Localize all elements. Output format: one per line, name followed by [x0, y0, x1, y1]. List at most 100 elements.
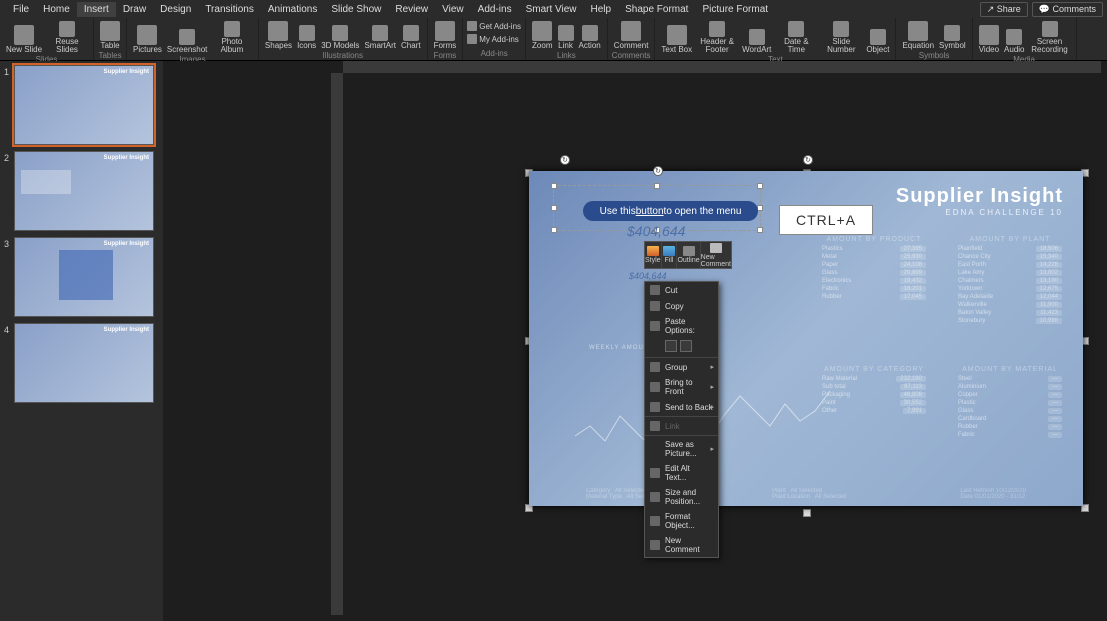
menu-paste-options-label: Paste Options:: [645, 314, 718, 338]
thumb-number: 3: [4, 237, 14, 317]
tab-bar: File Home Insert Draw Design Transitions…: [0, 0, 1107, 18]
menu-bring-front[interactable]: Bring to Front▸: [645, 375, 718, 399]
style-button[interactable]: Style: [645, 242, 662, 268]
tab-transitions[interactable]: Transitions: [198, 2, 261, 17]
new-comment-button[interactable]: New Comment: [701, 242, 731, 268]
slidenumber-button[interactable]: Slide Number: [819, 20, 863, 55]
menu-new-comment[interactable]: New Comment: [645, 533, 718, 557]
video-button[interactable]: Video: [977, 20, 1001, 55]
group-label: Comments: [612, 51, 651, 60]
equation-button[interactable]: Equation: [900, 20, 936, 51]
link-button[interactable]: Link: [556, 20, 576, 51]
tab-animations[interactable]: Animations: [261, 2, 324, 17]
tab-review[interactable]: Review: [388, 2, 435, 17]
ribbon: New Slide Reuse Slides Slides Table Tabl…: [0, 18, 1107, 61]
rotation-handle-icon[interactable]: [653, 166, 663, 176]
paste-option-2[interactable]: [680, 340, 692, 352]
share-button[interactable]: ↗ Share: [980, 2, 1028, 17]
amount-value-small: $404,644: [629, 271, 667, 281]
screenshot-button[interactable]: Screenshot: [165, 20, 209, 55]
group-label: Tables: [98, 51, 121, 60]
wordart-button[interactable]: WordArt: [740, 20, 773, 55]
cut-icon: [650, 285, 660, 295]
table-button[interactable]: Table: [98, 20, 122, 51]
link-icon: [650, 421, 660, 431]
rotation-handle-icon[interactable]: [803, 155, 813, 165]
smartart-button[interactable]: SmartArt: [362, 20, 398, 51]
group-label: Add-ins: [481, 49, 508, 58]
thumb-number: 1: [4, 65, 14, 145]
tab-pictureformat[interactable]: Picture Format: [695, 2, 775, 17]
comment-button[interactable]: Comment: [612, 20, 651, 51]
rotation-handle-icon[interactable]: [560, 155, 570, 165]
slide-canvas[interactable]: Supplier Insight EDNA CHALLENGE 10 AMOUN…: [529, 171, 1083, 506]
paste-option-1[interactable]: [665, 340, 677, 352]
menu-group[interactable]: Group▸: [645, 359, 718, 375]
format-icon: [650, 516, 660, 526]
pictures-button[interactable]: Pictures: [131, 20, 164, 55]
selection-handle[interactable]: [803, 509, 811, 517]
group-icon: [650, 362, 660, 372]
thumb-number: 4: [4, 323, 14, 403]
group-label: Symbols: [919, 51, 950, 60]
size-icon: [650, 492, 660, 502]
zoom-button[interactable]: Zoom: [530, 20, 554, 51]
audio-button[interactable]: Audio: [1002, 20, 1026, 55]
group-label: Illustrations: [323, 51, 363, 60]
get-addins-button[interactable]: Get Add-ins: [467, 20, 521, 32]
tab-addins[interactable]: Add-ins: [471, 2, 519, 17]
symbol-button[interactable]: Symbol: [937, 20, 968, 51]
mini-toolbar: Style Fill Outline New Comment: [644, 241, 732, 269]
slide-thumb-3[interactable]: Supplier Insight: [14, 237, 154, 317]
outline-button[interactable]: Outline: [677, 242, 700, 268]
photo-album-button[interactable]: Photo Album: [210, 20, 254, 55]
tab-view[interactable]: View: [435, 2, 471, 17]
tab-file[interactable]: File: [6, 2, 36, 17]
3dmodels-button[interactable]: 3D Models: [319, 20, 361, 51]
ctrl-a-label: CTRL+A: [779, 205, 873, 235]
object-button[interactable]: Object: [864, 20, 891, 55]
tab-insert[interactable]: Insert: [77, 2, 116, 17]
icons-button[interactable]: Icons: [295, 20, 318, 51]
tab-draw[interactable]: Draw: [116, 2, 153, 17]
textbox-button[interactable]: Text Box: [659, 20, 694, 55]
slide-editor: Supplier Insight EDNA CHALLENGE 10 AMOUN…: [163, 61, 1107, 621]
menu-cut[interactable]: Cut: [645, 282, 718, 298]
screen-recording-button[interactable]: Screen Recording: [1028, 20, 1072, 55]
tab-smartview[interactable]: Smart View: [519, 2, 584, 17]
menu-format-object[interactable]: Format Object...: [645, 509, 718, 533]
header-footer-button[interactable]: Header & Footer: [695, 20, 739, 55]
datetime-button[interactable]: Date & Time: [774, 20, 818, 55]
my-addins-button[interactable]: My Add-ins: [467, 33, 519, 45]
tab-help[interactable]: Help: [584, 2, 619, 17]
chart-button[interactable]: Chart: [399, 20, 423, 51]
menu-link: Link: [645, 418, 718, 434]
context-menu: Cut Copy Paste Options: Group▸ Bring to …: [644, 281, 719, 558]
menu-edit-alt-text[interactable]: Edit Alt Text...: [645, 461, 718, 485]
menu-send-back[interactable]: Send to Back▸: [645, 399, 718, 415]
tab-slideshow[interactable]: Slide Show: [324, 2, 388, 17]
forms-button[interactable]: Forms: [432, 20, 459, 51]
callout-pill[interactable]: Use this button to open the menu: [583, 201, 758, 221]
fill-button[interactable]: Fill: [662, 242, 678, 268]
slide-thumb-4[interactable]: Supplier Insight: [14, 323, 154, 403]
menu-save-as-picture[interactable]: Save as Picture...▸: [645, 437, 718, 461]
tab-design[interactable]: Design: [153, 2, 198, 17]
slide-thumb-1[interactable]: Supplier Insight: [14, 65, 154, 145]
slide-thumb-2[interactable]: Supplier Insight: [14, 151, 154, 231]
tab-home[interactable]: Home: [36, 2, 77, 17]
tab-shapeformat[interactable]: Shape Format: [618, 2, 695, 17]
menu-size-position[interactable]: Size and Position...: [645, 485, 718, 509]
comments-button[interactable]: 💬 Comments: [1032, 2, 1103, 17]
group-label: Forms: [434, 51, 457, 60]
comment-icon: [650, 540, 660, 550]
reuse-slides-button[interactable]: Reuse Slides: [45, 20, 89, 55]
slide-thumbnails-panel: 1 Supplier Insight 2 Supplier Insight 3 …: [0, 61, 163, 621]
alt-text-icon: [650, 468, 660, 478]
menu-copy[interactable]: Copy: [645, 298, 718, 314]
shapes-button[interactable]: Shapes: [263, 20, 294, 51]
action-button[interactable]: Action: [577, 20, 603, 51]
amount-value: $404,644: [627, 223, 685, 239]
ruler-horizontal: [343, 61, 1101, 73]
new-slide-button[interactable]: New Slide: [4, 20, 44, 55]
